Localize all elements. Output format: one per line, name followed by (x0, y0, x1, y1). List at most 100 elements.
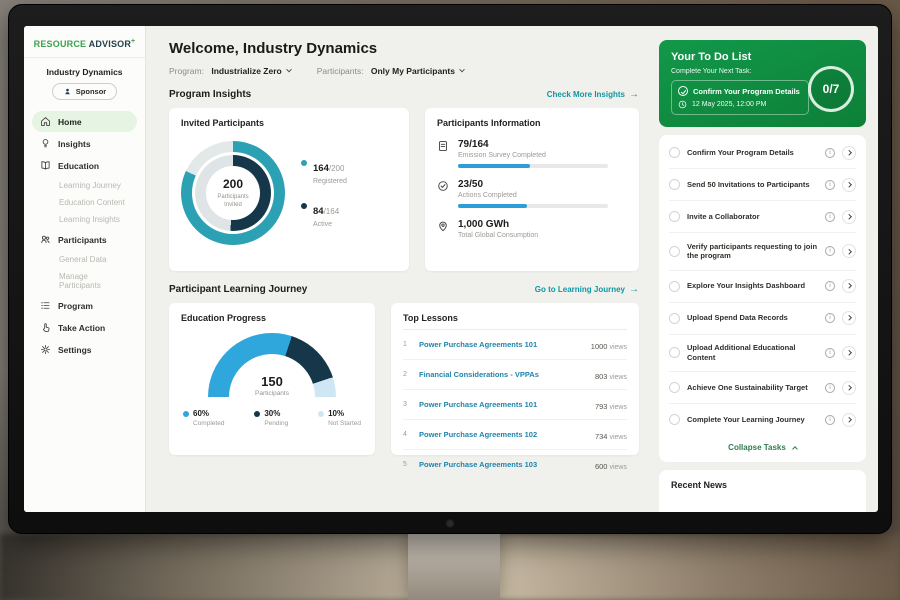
participants-information-card: Participants Information 79/164 Emission… (425, 108, 639, 271)
book-icon (40, 160, 51, 171)
sidebar-item-settings[interactable]: Settings (32, 339, 137, 360)
lesson-link[interactable]: Power Purchase Agreements 103 (419, 460, 587, 469)
progress-fill (458, 164, 530, 168)
legend-label: Not Started (328, 420, 361, 427)
sidebar-item-general-data[interactable]: General Data (32, 251, 137, 268)
task-label: Confirm Your Program Details (687, 148, 818, 158)
chevron-right-icon[interactable] (842, 381, 856, 395)
task-row[interactable]: Achieve One Sustainability Target i (669, 372, 856, 404)
task-row[interactable]: Upload Spend Data Records i (669, 303, 856, 335)
task-radio[interactable] (669, 179, 680, 190)
stat-value: 23/50 (458, 179, 608, 190)
collapse-tasks-link[interactable]: Collapse Tasks (669, 435, 856, 460)
sidebar-item-manage-participants[interactable]: Manage Participants (32, 268, 137, 294)
task-radio[interactable] (669, 347, 680, 358)
task-row[interactable]: Invite a Collaborator i (669, 201, 856, 233)
info-icon[interactable]: i (825, 383, 835, 393)
task-radio[interactable] (669, 281, 680, 292)
task-label: Send 50 Invitations to Participants (687, 180, 818, 190)
task-row[interactable]: Complete Your Learning Journey i (669, 404, 856, 435)
chevron-right-icon[interactable] (842, 146, 856, 160)
stat-value: 79/164 (458, 139, 608, 150)
task-radio[interactable] (669, 414, 680, 425)
legend-total: /200 (329, 164, 345, 173)
link-label: Check More Insights (547, 90, 625, 99)
lesson-views: 1000 (591, 342, 608, 351)
task-row[interactable]: Verify participants requesting to join t… (669, 233, 856, 271)
task-row[interactable]: Upload Additional Educational Content i (669, 335, 856, 373)
sponsor-badge: Sponsor (52, 83, 117, 100)
chevron-down-icon (286, 67, 292, 73)
filters-bar: Program: Industrialize Zero Participants… (169, 66, 639, 76)
todo-header-card: Your To Do List Complete Your Next Task:… (659, 40, 866, 127)
lesson-row: 2 Financial Considerations - VPPAs 803vi… (403, 360, 627, 390)
sidebar-item-learning-insights[interactable]: Learning Insights (32, 211, 137, 228)
task-radio[interactable] (669, 246, 680, 257)
task-label: Verify participants requesting to join t… (687, 242, 818, 262)
sidebar-item-take-action[interactable]: Take Action (32, 317, 137, 338)
info-icon[interactable]: i (825, 348, 835, 358)
gauge-center-label: Participants (208, 390, 336, 397)
legend-dot (254, 411, 260, 417)
task-radio[interactable] (669, 382, 680, 393)
recent-news-card: Recent News (659, 470, 866, 512)
legend-pending: 30% Pending (254, 409, 288, 427)
info-icon[interactable]: i (825, 313, 835, 323)
logo-resource: RESOURCE (34, 39, 87, 49)
next-task-box: Confirm Your Program Details 12 May 2025… (671, 80, 809, 115)
task-row[interactable]: Send 50 Invitations to Participants i (669, 169, 856, 201)
task-radio[interactable] (669, 313, 680, 324)
sidebar-item-learning-journey[interactable]: Learning Journey (32, 177, 137, 194)
sidebar-item-program[interactable]: Program (32, 295, 137, 316)
sidebar-item-insights[interactable]: Insights (32, 133, 137, 154)
chevron-right-icon[interactable] (842, 311, 856, 325)
gauge-center-value: 150 (208, 374, 336, 389)
lesson-views-unit: views (609, 344, 627, 351)
program-filter-dropdown[interactable]: Industrialize Zero (211, 66, 290, 76)
lesson-rank: 5 (403, 461, 411, 468)
sidebar-item-label: Manage Participants (59, 272, 101, 290)
sidebar-item-participants[interactable]: Participants (32, 229, 137, 250)
go-to-learning-journey-link[interactable]: Go to Learning Journey → (535, 284, 639, 295)
task-row[interactable]: Explore Your Insights Dashboard i (669, 271, 856, 303)
sidebar-item-home[interactable]: Home (32, 111, 137, 132)
sidebar-item-education-content[interactable]: Education Content (32, 194, 137, 211)
task-radio[interactable] (669, 147, 680, 158)
lesson-link[interactable]: Financial Considerations - VPPAs (419, 370, 587, 379)
chevron-right-icon[interactable] (842, 178, 856, 192)
legend-registered: 164/200 Registered (301, 158, 347, 185)
chevron-right-icon[interactable] (842, 279, 856, 293)
info-icon[interactable]: i (825, 180, 835, 190)
lesson-rank: 3 (403, 401, 411, 408)
donut-center-value: 200 (223, 177, 243, 191)
sidebar-item-education[interactable]: Education (32, 155, 137, 176)
info-icon[interactable]: i (825, 212, 835, 222)
monitor-brand-logo (446, 519, 455, 528)
chevron-right-icon[interactable] (842, 210, 856, 224)
lesson-link[interactable]: Power Purchase Agreements 101 (419, 340, 583, 349)
legend-dot (301, 160, 307, 166)
hand-pointer-icon (40, 322, 51, 333)
lesson-link[interactable]: Power Purchase Agreements 101 (419, 400, 587, 409)
sidebar-item-label: Education (58, 161, 99, 171)
info-icon[interactable]: i (825, 148, 835, 158)
legend-value: 84 (313, 206, 324, 217)
progress-track (458, 204, 608, 208)
task-row[interactable]: Confirm Your Program Details i (669, 137, 856, 169)
info-icon[interactable]: i (825, 246, 835, 256)
lesson-views: 734 (595, 432, 608, 441)
chevron-right-icon[interactable] (842, 346, 856, 360)
participants-filter: Participants: Only My Participants (317, 66, 464, 76)
lesson-link[interactable]: Power Purchase Agreements 102 (419, 430, 587, 439)
arrow-right-icon: → (629, 284, 639, 295)
gauge-legend: 60% Completed 30% Pending 10% Not Starte… (181, 409, 363, 427)
top-lessons-card: Top Lessons 1 Power Purchase Agreements … (391, 303, 639, 455)
info-icon[interactable]: i (825, 415, 835, 425)
task-radio[interactable] (669, 211, 680, 222)
stat-emission-survey: 79/164 Emission Survey Completed (437, 139, 627, 168)
participants-filter-dropdown[interactable]: Only My Participants (371, 66, 464, 76)
check-more-insights-link[interactable]: Check More Insights → (547, 89, 639, 100)
chevron-right-icon[interactable] (842, 244, 856, 258)
chevron-right-icon[interactable] (842, 413, 856, 427)
info-icon[interactable]: i (825, 281, 835, 291)
